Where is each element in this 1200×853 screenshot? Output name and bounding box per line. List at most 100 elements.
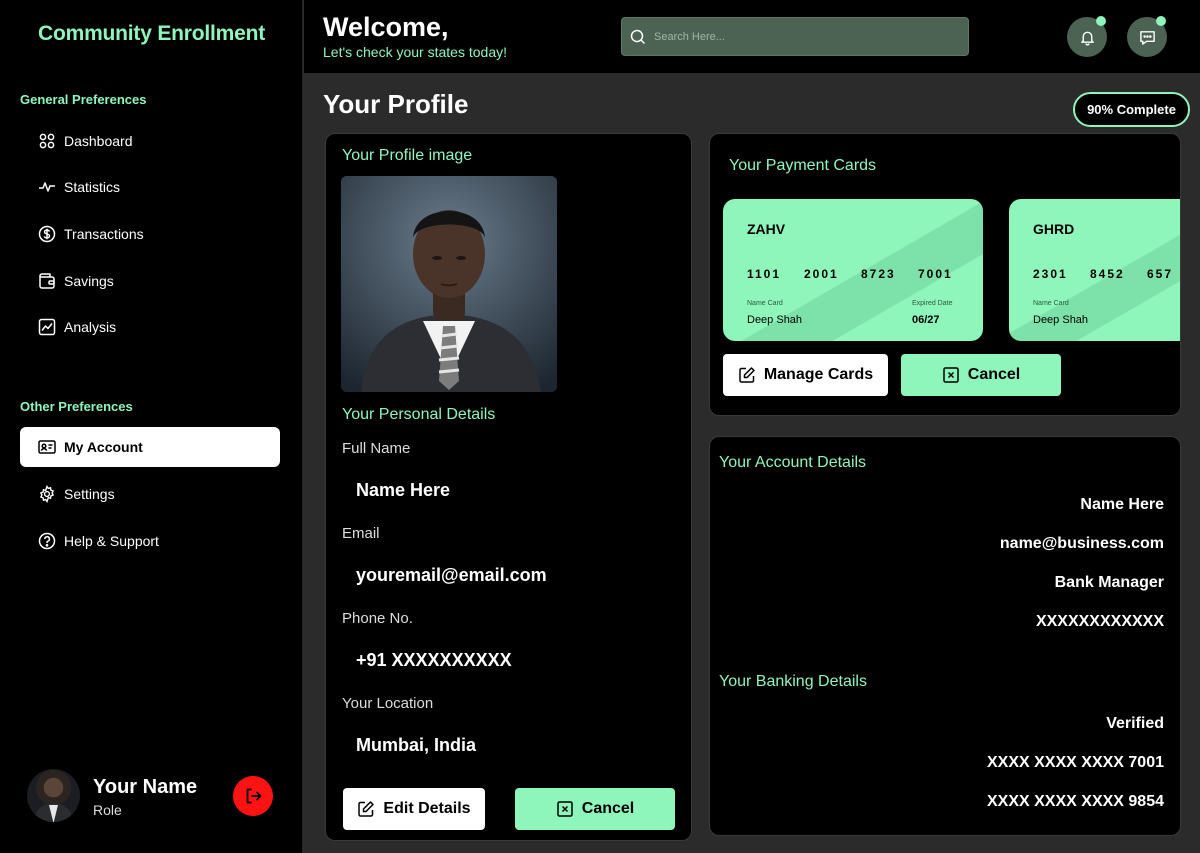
help-icon — [38, 532, 56, 550]
message-dot — [1156, 16, 1166, 26]
sidebar-item-label: Analysis — [64, 319, 117, 335]
full-name-value: Name Here — [356, 480, 451, 500]
close-box-icon — [943, 367, 959, 383]
payment-cards-title: Your Payment Cards — [729, 157, 877, 174]
banking-details-title: Your Banking Details — [719, 673, 867, 690]
chat-icon — [1139, 30, 1155, 45]
email-value: youremail@email.com — [356, 565, 547, 585]
sidebar-item-statistics[interactable]: Statistics — [20, 167, 280, 207]
sidebar-item-label: Transactions — [64, 226, 144, 242]
card-name-label: Name Card — [747, 300, 783, 307]
location-value: Mumbai, India — [356, 735, 477, 755]
sidebar-item-savings[interactable]: Savings — [20, 261, 280, 301]
search-input[interactable] — [654, 30, 954, 43]
sidebar-item-dashboard[interactable]: Dashboard — [20, 121, 280, 161]
user-profile-block: Your Name Role — [27, 769, 277, 825]
sidebar-item-my-account[interactable]: My Account — [20, 427, 280, 467]
bell-icon — [1080, 31, 1094, 45]
cancel-label: Cancel — [581, 800, 635, 817]
sidebar-item-analysis[interactable]: Analysis — [20, 307, 280, 347]
payment-card[interactable]: GHRD 2301 8452 657 Name Card Deep Shah — [1009, 199, 1180, 341]
sidebar-item-help-support[interactable]: Help & Support — [20, 521, 280, 561]
payment-card[interactable]: ZAHV 1101 2001 8723 7001 Name Card Deep … — [723, 199, 983, 341]
card-holder-name: Deep Shah — [1033, 314, 1089, 326]
card-expiry-value: 06/27 — [912, 314, 940, 326]
card-number-group: 2001 — [804, 267, 839, 281]
profile-cancel-button[interactable]: Cancel — [515, 788, 675, 830]
notification-dot — [1096, 16, 1106, 26]
manage-cards-label: Manage Cards — [763, 366, 874, 383]
banking-card-number: XXXX XXXX XXXX 9854 — [987, 793, 1164, 810]
sidebar-item-label: My Account — [64, 439, 143, 455]
phone-label: Phone No. — [342, 610, 413, 627]
edit-details-button[interactable]: Edit Details — [343, 788, 485, 830]
search-bar[interactable] — [621, 17, 969, 56]
card-bank-name: GHRD — [1033, 221, 1075, 237]
sidebar-item-label: Dashboard — [64, 133, 133, 149]
page-title: Your Profile — [323, 89, 469, 119]
sidebar-item-transactions[interactable]: Transactions — [20, 214, 280, 254]
sidebar-item-label: Settings — [64, 486, 115, 502]
close-box-icon — [557, 801, 573, 817]
notifications-button[interactable] — [1067, 16, 1107, 57]
sidebar: Community Enrollment General Preferences… — [0, 0, 302, 853]
card-number-group: 8452 — [1090, 267, 1125, 281]
phone-value: +91 XXXXXXXXXX — [356, 650, 512, 670]
edit-icon — [739, 367, 755, 383]
edit-details-label: Edit Details — [383, 800, 471, 817]
welcome-subtitle: Let's check your states today! — [323, 44, 507, 60]
account-details-panel: Your Account Details Name Here name@busi… — [709, 436, 1181, 836]
location-label: Your Location — [342, 695, 434, 712]
sidebar-item-label: Help & Support — [64, 533, 159, 549]
user-role: Role — [93, 802, 122, 818]
card-expiry-label: Expired Date — [912, 300, 953, 307]
chart-icon — [38, 318, 56, 336]
welcome-title: Welcome, — [323, 12, 449, 42]
payment-cards-panel: Your Payment Cards ZAHV 1101 2001 8723 7… — [709, 133, 1181, 416]
profile-photo[interactable] — [341, 176, 557, 392]
personal-details-title: Your Personal Details — [342, 406, 496, 423]
account-email: name@business.com — [999, 535, 1164, 552]
brand-title: Community Enrollment — [38, 22, 266, 45]
full-name-label: Full Name — [342, 440, 411, 457]
card-number-group: 657 — [1147, 267, 1174, 281]
sidebar-item-label: Savings — [64, 273, 114, 289]
logout-icon — [246, 788, 262, 804]
card-number-group: 1101 — [747, 267, 782, 281]
search-icon — [630, 29, 646, 44]
banking-status: Verified — [1106, 715, 1164, 732]
manage-cards-button[interactable]: Manage Cards — [723, 354, 888, 396]
card-number-group: 2301 — [1033, 267, 1068, 281]
dashboard-icon — [38, 132, 56, 150]
cancel-label: Cancel — [967, 366, 1021, 383]
sidebar-item-settings[interactable]: Settings — [20, 474, 280, 514]
edit-icon — [358, 801, 375, 817]
profile-panel: Your Profile image Your Personal Details… — [325, 133, 692, 841]
card-number-group: 7001 — [918, 267, 953, 281]
card-holder-name: Deep Shah — [747, 314, 803, 326]
email-label: Email — [342, 525, 380, 542]
profile-image-title: Your Profile image — [342, 147, 473, 164]
sidebar-item-label: Statistics — [64, 179, 121, 195]
general-preferences-label: General Preferences — [20, 92, 147, 107]
user-name: Your Name — [93, 776, 198, 798]
account-number: XXXXXXXXXXXX — [1035, 613, 1164, 630]
card-number-group: 8723 — [861, 267, 896, 281]
payment-cancel-button[interactable]: Cancel — [901, 354, 1061, 396]
card-bank-name: ZAHV — [747, 221, 786, 237]
account-details-title: Your Account Details — [719, 454, 867, 471]
pulse-icon — [38, 178, 56, 196]
card-name-label: Name Card — [1033, 300, 1069, 307]
id-card-icon — [38, 438, 56, 456]
gear-icon — [38, 485, 56, 503]
main-content: Your Profile 90% Complete Your Profile i… — [304, 73, 1200, 853]
messages-button[interactable] — [1127, 16, 1167, 57]
top-header: Welcome, Let's check your states today! — [304, 0, 1200, 73]
avatar[interactable] — [27, 769, 80, 822]
account-role: Bank Manager — [1054, 574, 1164, 591]
profile-complete-badge: 90% Complete — [1073, 92, 1190, 127]
wallet-icon — [38, 272, 56, 290]
dollar-icon — [38, 225, 56, 243]
account-name: Name Here — [1080, 496, 1164, 513]
logout-button[interactable] — [233, 776, 273, 816]
